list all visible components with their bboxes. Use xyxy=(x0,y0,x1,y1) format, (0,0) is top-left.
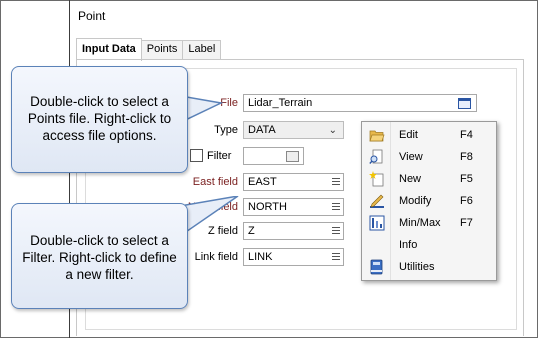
type-select[interactable]: DATA ⌄ xyxy=(243,121,344,139)
menu-item-min-max[interactable]: Min/Max F7 xyxy=(362,212,496,234)
link-field-input[interactable]: LINK xyxy=(243,248,344,266)
open-folder-icon xyxy=(369,130,385,142)
menu-item-utilities[interactable]: Utilities xyxy=(362,256,496,278)
tab-input-data[interactable]: Input Data xyxy=(76,38,142,61)
new-document-icon xyxy=(369,171,384,187)
browse-icon[interactable] xyxy=(458,98,471,109)
menu-item-modify[interactable]: Modify F6 xyxy=(362,190,496,212)
field-picker-icon[interactable] xyxy=(332,178,340,186)
field-picker-icon[interactable] xyxy=(332,253,340,261)
file-field[interactable]: Lidar_Terrain xyxy=(243,94,477,112)
chevron-down-icon: ⌄ xyxy=(328,125,337,136)
menu-item-new[interactable]: New F5 xyxy=(362,168,496,190)
context-menu: Edit F4 View F8 New F5 Modify F6 Min/Max… xyxy=(361,121,497,281)
min-max-icon xyxy=(369,215,385,231)
filter-field[interactable] xyxy=(243,147,304,165)
modify-pencil-icon xyxy=(370,194,384,208)
east-field-label: East field xyxy=(192,176,238,188)
filter-label: Filter xyxy=(207,150,232,162)
menu-item-edit[interactable]: Edit F4 xyxy=(362,124,496,146)
field-picker-icon[interactable] xyxy=(332,203,340,211)
east-field-input[interactable]: EAST xyxy=(243,173,344,191)
tab-label[interactable]: Label xyxy=(182,40,222,59)
north-field-value: NORTH xyxy=(248,201,287,213)
file-value: Lidar_Terrain xyxy=(248,97,313,109)
filter-checkbox[interactable] xyxy=(190,149,203,162)
view-document-icon xyxy=(369,149,383,164)
z-field-input[interactable]: Z xyxy=(243,222,344,240)
east-field-value: EAST xyxy=(248,176,277,188)
tab-points[interactable]: Points xyxy=(140,40,184,59)
tab-bar: Input Data Points Label xyxy=(76,38,222,61)
utilities-book-icon xyxy=(370,259,383,275)
menu-item-info[interactable]: Info xyxy=(362,234,496,256)
north-field-input[interactable]: NORTH xyxy=(243,198,344,216)
callout-file-help: Double-click to select a Points file. Ri… xyxy=(11,66,188,173)
field-picker-icon[interactable] xyxy=(332,227,340,235)
link-field-value: LINK xyxy=(248,251,273,263)
filter-browse-icon[interactable] xyxy=(286,151,299,162)
panel-title: Point xyxy=(78,9,106,23)
z-field-value: Z xyxy=(248,225,255,237)
callout-filter-help: Double-click to select a Filter. Right-c… xyxy=(11,203,188,309)
menu-item-view[interactable]: View F8 xyxy=(362,146,496,168)
callout-pointer-filter xyxy=(180,196,239,237)
type-value: DATA xyxy=(248,124,276,136)
